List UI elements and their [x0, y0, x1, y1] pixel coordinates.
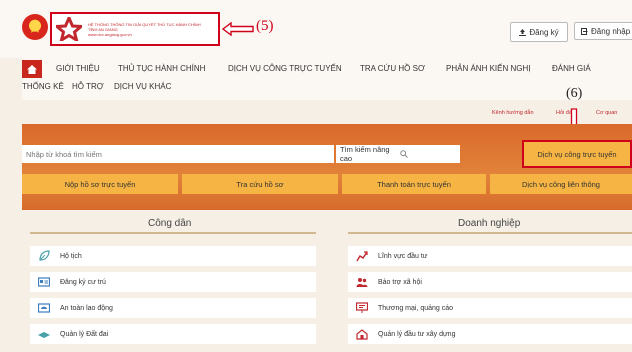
citizen-panel-divider	[30, 232, 316, 234]
nav-feedback[interactable]: PHẢN ÁNH KIẾN NGHỊ	[446, 64, 530, 73]
agency-link[interactable]: Cơ quan	[596, 110, 617, 116]
business-item-label: Quản lý đầu tư xây dựng	[378, 330, 456, 338]
page: HỆ THỐNG THÔNG TIN GIẢI QUYẾT THỦ TỤC HÀ…	[0, 0, 632, 352]
business-item-trade-advertising[interactable]: Thương mại, quảng cáo	[348, 298, 632, 318]
online-public-service-button[interactable]: Dịch vụ công trực tuyến	[522, 140, 632, 168]
annotation-arrow-left-icon	[222, 22, 254, 36]
people-icon	[356, 276, 368, 288]
login-button[interactable]: Đăng nhập	[574, 22, 632, 40]
citizen-item-label: Hộ tịch	[60, 252, 82, 260]
id-card-icon	[38, 276, 50, 288]
home-button[interactable]	[22, 60, 42, 78]
business-panel-divider	[348, 232, 632, 234]
business-item-label: Thương mại, quảng cáo	[378, 304, 454, 312]
online-public-service-label: Dịch vụ công trực tuyến	[537, 149, 617, 159]
upload-icon	[519, 28, 527, 36]
tile-linked-services-label: Dịch vụ công liên thông	[522, 179, 600, 189]
advanced-search-label: Tìm kiếm nâng cao	[340, 145, 390, 163]
citizen-item-label: An toàn lao động	[60, 304, 113, 312]
tile-submit-online[interactable]: Nộp hồ sơ trực tuyến	[22, 174, 178, 194]
citizen-item-civil-status[interactable]: Hộ tịch	[30, 246, 316, 266]
nav-support[interactable]: HỖ TRỢ	[72, 82, 104, 91]
business-item-construction-investment[interactable]: Quản lý đầu tư xây dựng	[348, 324, 632, 344]
national-emblem-icon	[22, 14, 48, 40]
register-button[interactable]: Đăng ký	[510, 22, 568, 42]
investment-icon	[356, 250, 368, 262]
nav-statistics[interactable]: THỐNG KÊ	[22, 82, 64, 91]
tile-submit-online-label: Nộp hồ sơ trực tuyến	[64, 179, 136, 189]
register-label: Đăng ký	[529, 27, 559, 37]
tile-online-payment[interactable]: Thanh toán trực tuyến	[342, 174, 486, 194]
login-label: Đăng nhập	[591, 26, 631, 36]
nav-other-services[interactable]: DỊCH VỤ KHÁC	[114, 82, 171, 91]
nav-online-services[interactable]: DỊCH VỤ CÔNG TRỰC TUYẾN	[228, 64, 342, 73]
callout-6: (6)	[566, 86, 583, 101]
building-icon	[356, 328, 368, 340]
leaf-icon	[38, 250, 50, 262]
search-button[interactable]	[394, 145, 460, 163]
nav-lookup[interactable]: TRA CỨU HỒ SƠ	[360, 64, 425, 73]
logo-text: HỆ THỐNG THÔNG TIN GIẢI QUYẾT THỦ TỤC HÀ…	[88, 22, 201, 37]
citizen-item-residence[interactable]: Đăng ký cư trú	[30, 272, 316, 292]
main-nav: GIỚI THIỆU THỦ TỤC HÀNH CHÍNH DỊCH VỤ CÔ…	[22, 58, 632, 100]
citizen-item-labor-safety[interactable]: An toàn lao động	[30, 298, 316, 318]
helmet-icon	[38, 302, 50, 314]
nav-procedures[interactable]: THỦ TỤC HÀNH CHÍNH	[118, 64, 205, 73]
citizen-item-label: Đăng ký cư trú	[60, 278, 106, 286]
login-icon	[581, 27, 588, 35]
tile-online-payment-label: Thanh toán trực tuyến	[377, 179, 451, 189]
billboard-icon	[356, 302, 368, 314]
business-item-investment[interactable]: Lĩnh vực đầu tư	[348, 246, 632, 266]
tile-linked-services[interactable]: Dịch vụ công liên thông	[490, 174, 632, 194]
citizen-item-land-management[interactable]: Quản lý Đất đai	[30, 324, 316, 344]
site-logo[interactable]: HỆ THỐNG THÔNG TIN GIẢI QUYẾT THỦ TỤC HÀ…	[50, 12, 220, 46]
callout-5: (5)	[256, 18, 274, 34]
tile-lookup-dossier-label: Tra cứu hồ sơ	[236, 179, 284, 189]
star-logo-icon	[56, 17, 82, 41]
search-input[interactable]	[22, 145, 334, 163]
nav-evaluation[interactable]: ĐÁNH GIÁ	[552, 64, 591, 73]
guide-link[interactable]: Kênh hướng dẫn	[492, 110, 534, 116]
citizen-item-label: Quản lý Đất đai	[60, 330, 109, 338]
nav-introduction[interactable]: GIỚI THIỆU	[56, 64, 100, 73]
business-item-label: Lĩnh vực đầu tư	[378, 252, 428, 260]
advanced-search-button[interactable]: Tìm kiếm nâng cao	[336, 145, 394, 163]
tile-lookup-dossier[interactable]: Tra cứu hồ sơ	[182, 174, 338, 194]
business-panel-title: Doanh nghiệp	[458, 218, 521, 229]
home-icon	[27, 64, 37, 74]
header: HỆ THỐNG THÔNG TIN GIẢI QUYẾT THỦ TỤC HÀ…	[0, 0, 632, 58]
search-icon	[400, 150, 408, 158]
logo-line-3: www.dvc.angiang.gov.vn	[88, 32, 132, 37]
business-item-label: Bảo trợ xã hội	[378, 278, 422, 286]
citizen-panel-title: Công dân	[148, 218, 192, 229]
land-icon	[38, 328, 50, 340]
business-item-social-protection[interactable]: Bảo trợ xã hội	[348, 272, 632, 292]
